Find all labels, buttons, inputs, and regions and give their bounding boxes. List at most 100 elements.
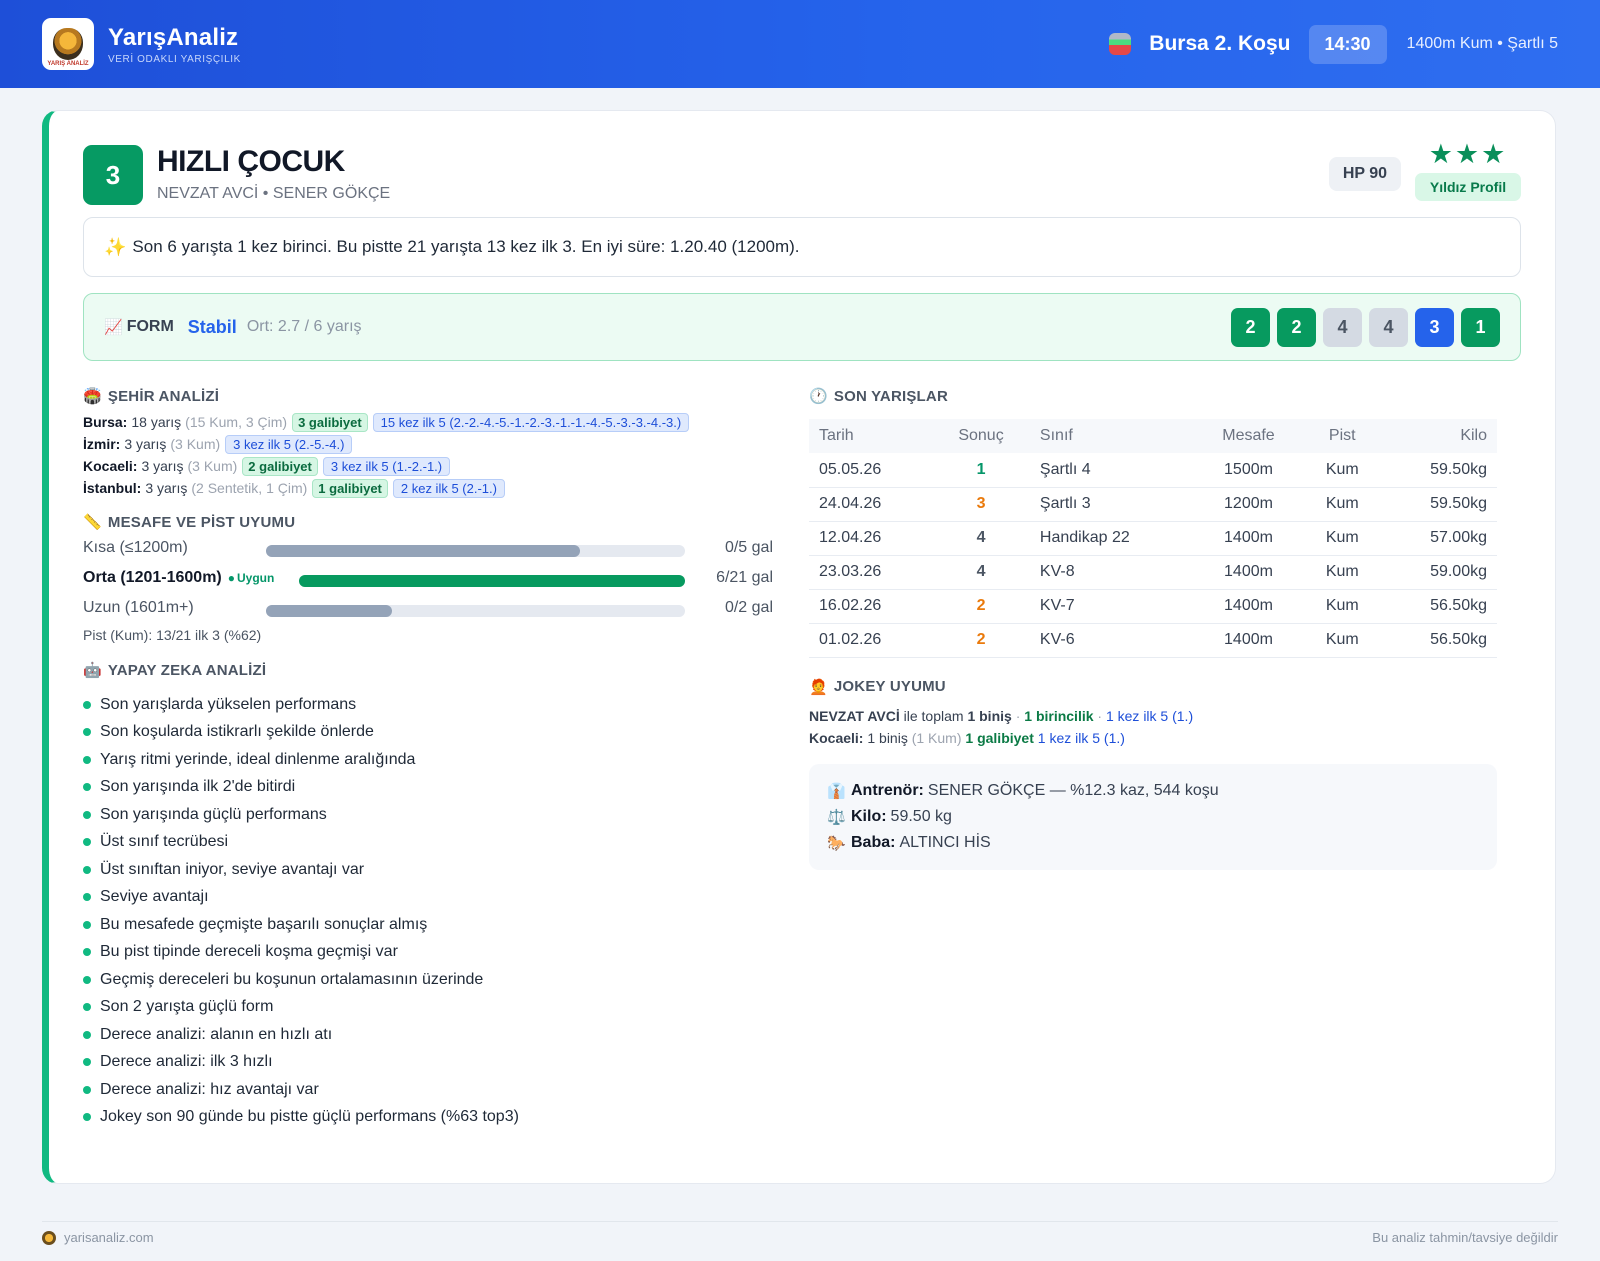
ai-insight-item: Bu mesafede geçmişte başarılı sonuçlar a… <box>83 911 773 939</box>
race-info: Bursa 2. Koşu 14:30 1400m Kum • Şartlı 5 <box>1109 24 1558 64</box>
ruler-icon: 📏 <box>83 514 102 531</box>
race-result: 2 <box>932 589 1030 624</box>
distance-section: 📏 MESAFE VE PİST UYUMU Kısa (≤1200m) 0/5 … <box>83 513 773 644</box>
horse-icon: 🐎 <box>827 834 846 852</box>
jockey-title: 🧑‍🦰 JOKEY UYUMU <box>809 678 1497 696</box>
jockey-top5: 1 kez ilk 5 (1.) <box>1105 707 1194 724</box>
footer-site[interactable]: yarisanaliz.com <box>42 1230 154 1245</box>
race-result: 4 <box>932 521 1030 556</box>
race-class: KV-8 <box>1029 555 1195 590</box>
sire-label: Baba: <box>851 833 896 851</box>
distance-label-text: Kısa (≤1200m) <box>83 539 188 556</box>
table-row: 16.02.26 2 KV-7 1400m Kum 56.50kg <box>809 589 1497 624</box>
race-distance: 1400m <box>1194 623 1303 658</box>
race-track: Kum <box>1302 453 1382 488</box>
clock-icon: 🕐 <box>809 388 828 405</box>
ai-insight-item: Derece analizi: hız avantajı var <box>83 1076 773 1104</box>
profile-badge: Yıldız Profil <box>1415 173 1521 201</box>
brand: YarışAnaliz VERİ ODAKLI YARIŞÇILIK <box>108 24 241 65</box>
col-track: Pist <box>1302 419 1382 453</box>
table-row: 23.03.26 4 KV-8 1400m Kum 59.00kg <box>809 555 1497 590</box>
race-weight: 59.00kg <box>1381 555 1497 590</box>
ai-insight-item: Son yarışında ilk 2'de bitirdi <box>83 774 773 802</box>
ai-insight-item: Üst sınıftan iniyor, seviye avantajı var <box>83 856 773 884</box>
city-races: 18 yarış <box>131 414 182 430</box>
city-name: İzmir: <box>83 436 121 452</box>
info-box: 👔 Antrenör: SENER GÖKÇE — %12.3 kaz, 544… <box>809 763 1497 870</box>
star-rating-icon: ★★★ <box>1428 139 1508 169</box>
race-title: Bursa 2. Koşu <box>1149 32 1291 55</box>
race-track: Kum <box>1302 555 1382 590</box>
race-track: Kum <box>1302 589 1382 624</box>
trainer-line: 👔 Antrenör: SENER GÖKÇE — %12.3 kaz, 544… <box>827 778 1479 804</box>
jockey-section: 🧑‍🦰 JOKEY UYUMU NEVZAT AVCİ ile toplam 1… <box>809 678 1497 746</box>
race-class: Şartlı 3 <box>1029 487 1195 522</box>
top-header: YARIŞ ANALİZ YarışAnaliz VERİ ODAKLI YAR… <box>0 0 1600 88</box>
ai-insight-item: Derece analizi: alanın en hızlı atı <box>83 1021 773 1049</box>
distance-label-text: Uzun (1601m+) <box>83 599 194 616</box>
distance-title: 📏 MESAFE VE PİST UYUMU <box>83 513 773 532</box>
race-track: Kum <box>1302 623 1382 658</box>
race-meta: 1400m Kum • Şartlı 5 <box>1406 35 1558 52</box>
footer-site-text: yarisanaliz.com <box>64 1230 154 1245</box>
distance-bar <box>266 545 685 557</box>
race-result: 4 <box>932 555 1030 590</box>
jockey-icon: 🧑‍🦰 <box>809 678 828 696</box>
distance-wins: 0/5 gal <box>724 539 773 556</box>
ai-title: 🤖 YAPAY ZEKA ANALİZİ <box>83 661 773 680</box>
suitable-badge: Uygun <box>228 571 275 585</box>
trainer-label: Antrenör: <box>851 781 924 799</box>
city-top5-badge: 2 kez ilk 5 (2.-1.) <box>392 478 505 498</box>
city-list: Bursa: 18 yarış (15 Kum, 3 Çim) 3 galibiyet… <box>83 411 773 499</box>
race-result: 1 <box>932 453 1030 488</box>
race-date: 23.03.26 <box>809 555 933 590</box>
races-body: 05.05.26 1 Şartlı 4 1500m Kum 59.50kg 24.04.26… <box>809 453 1497 658</box>
col-weight: Kilo <box>1381 419 1497 453</box>
jockey-total-text: ile toplam <box>903 707 964 724</box>
ai-insight-item: Geçmiş dereceleri bu koşunun ortalamasın… <box>83 966 773 994</box>
race-distance: 1400m <box>1194 521 1303 556</box>
ai-insight-item: Seviye avantajı <box>83 884 773 912</box>
col-result: Sonuç <box>932 419 1030 453</box>
form-chip: 1 <box>1461 307 1500 347</box>
race-class: Handikap 22 <box>1029 521 1195 556</box>
stadium-icon: 🏟️ <box>83 388 102 405</box>
jockey-wins: 1 birincilik <box>1024 707 1094 724</box>
ai-insight-item: Yarış ritmi yerinde, ideal dinlenme aral… <box>83 746 773 774</box>
distance-label: Kısa (≤1200m) <box>83 539 188 557</box>
race-result: 3 <box>932 487 1030 522</box>
jockey-city: Kocaeli: <box>809 729 864 746</box>
jockey-trainer: NEVZAT AVCİ • SENER GÖKÇE <box>157 185 391 202</box>
form-chip: 4 <box>1369 307 1408 347</box>
city-row: İstanbul: 3 yarış (2 Sentetik, 1 Çim) 1 gal… <box>83 477 773 499</box>
distance-bar <box>266 605 685 617</box>
race-date: 05.05.26 <box>809 453 933 488</box>
ai-insight-item: Derece analizi: ilk 3 hızlı <box>83 1049 773 1077</box>
distance-bar-fill <box>266 605 392 617</box>
brand-logo[interactable]: YARIŞ ANALİZ <box>42 18 94 70</box>
jockey-city-wins: 1 galibiyet <box>965 729 1034 746</box>
race-distance: 1400m <box>1194 555 1303 590</box>
city-top5-badge: 3 kez ilk 5 (1.-2.-1.) <box>322 456 451 476</box>
city-races: 3 yarış <box>145 480 188 496</box>
form-chip: 2 <box>1231 307 1270 347</box>
horse-shield-icon <box>53 28 83 60</box>
city-wins-badge: 2 galibiyet <box>242 456 318 476</box>
race-distance: 1200m <box>1194 487 1303 522</box>
col-class: Sınıf <box>1029 419 1195 453</box>
ai-insight-item: Son yarışında güçlü performans <box>83 801 773 829</box>
city-row: Bursa: 18 yarış (15 Kum, 3 Çim) 3 galibiyet… <box>83 411 773 433</box>
city-row: İzmir: 3 yarış (3 Kum) 3 kez ilk 5 (2.-5.-4… <box>83 433 773 455</box>
table-row: 12.04.26 4 Handikap 22 1400m Kum 57.00kg <box>809 521 1497 556</box>
form-chip: 4 <box>1323 307 1362 347</box>
race-class: KV-6 <box>1029 623 1195 658</box>
robot-icon: 🤖 <box>83 662 102 679</box>
form-average: Ort: 2.7 / 6 yarış <box>246 318 362 335</box>
race-flag-icon <box>1109 33 1132 55</box>
ai-insight-item: Üst sınıf tecrübesi <box>83 829 773 857</box>
race-weight: 59.50kg <box>1381 487 1497 522</box>
jockey-rides: 1 biniş <box>967 707 1012 724</box>
distance-label: Orta (1201-1600m) Uygun <box>83 569 274 587</box>
table-row: 05.05.26 1 Şartlı 4 1500m Kum 59.50kg <box>809 453 1497 488</box>
horse-number-badge: 3 <box>83 145 143 205</box>
